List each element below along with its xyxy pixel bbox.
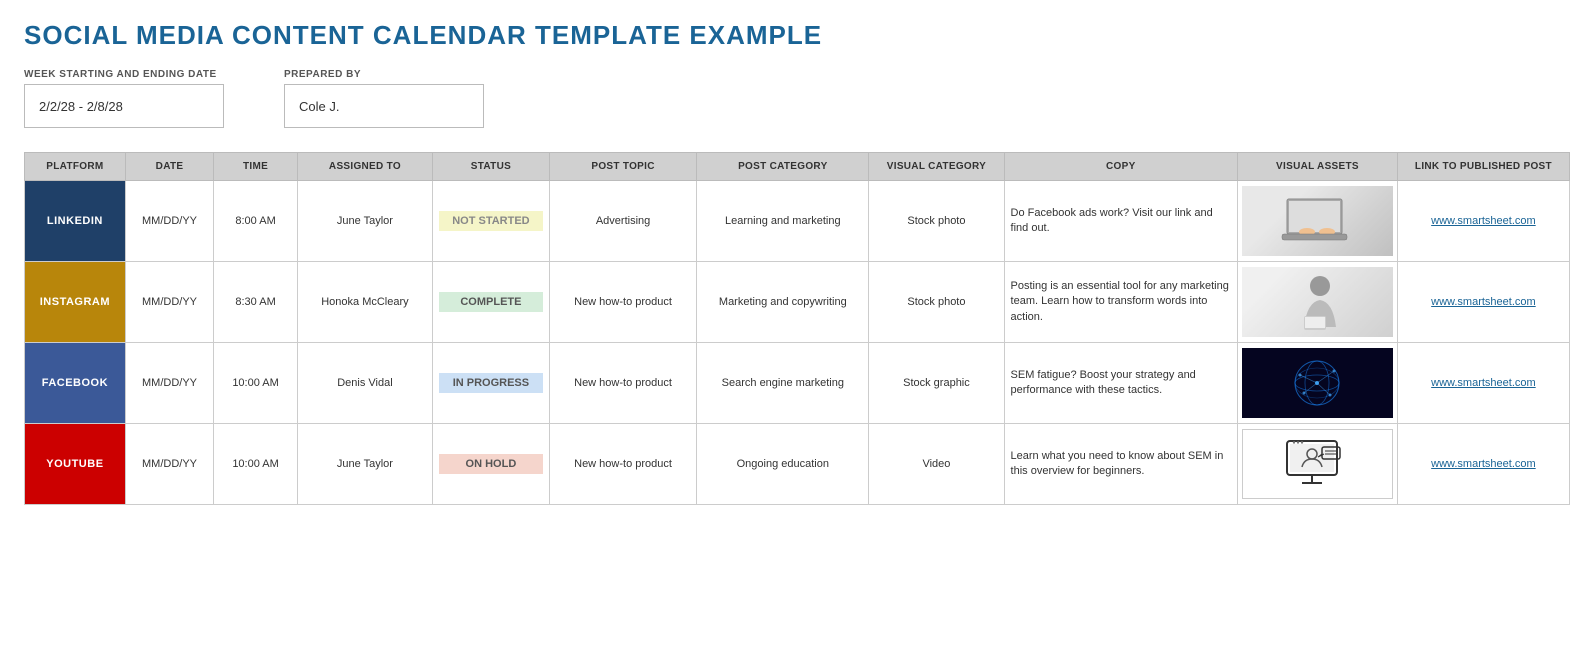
category-cell: Ongoing education xyxy=(697,424,869,505)
platform-cell-instagram: INSTAGRAM xyxy=(25,262,126,343)
category-cell: Learning and marketing xyxy=(697,181,869,262)
visual-assets-cell xyxy=(1238,424,1398,505)
topic-cell: New how-to product xyxy=(549,262,696,343)
status-cell: IN PROGRESS xyxy=(433,343,550,424)
copy-cell: Learn what you need to know about SEM in… xyxy=(1004,424,1238,505)
youtube-placeholder-image xyxy=(1242,429,1393,499)
date-cell: MM/DD/YY xyxy=(125,262,213,343)
visual-assets-cell xyxy=(1238,262,1398,343)
status-badge: NOT STARTED xyxy=(439,211,543,231)
status-badge: COMPLETE xyxy=(439,292,543,312)
visual-category-cell: Video xyxy=(869,424,1004,505)
col-link: Link to Published Post xyxy=(1397,153,1569,181)
col-copy: Copy xyxy=(1004,153,1238,181)
status-cell: NOT STARTED xyxy=(433,181,550,262)
time-cell: 8:30 AM xyxy=(214,262,298,343)
table-row: LINKEDINMM/DD/YY8:00 AMJune Taylor NOT ST… xyxy=(25,181,1570,262)
platform-cell-youtube: YOUTUBE xyxy=(25,424,126,505)
prepared-value: Cole J. xyxy=(284,84,484,128)
platform-cell-linkedin: LINKEDIN xyxy=(25,181,126,262)
published-post-link[interactable]: www.smartsheet.com xyxy=(1431,215,1536,227)
status-badge: ON HOLD xyxy=(439,454,543,474)
prepared-label: Prepared By xyxy=(284,69,484,80)
col-visual-cat: Visual Category xyxy=(869,153,1004,181)
date-cell: MM/DD/YY xyxy=(125,424,213,505)
col-time: Time xyxy=(214,153,298,181)
col-assigned: Assigned To xyxy=(297,153,432,181)
platform-cell-facebook: FACEBOOK xyxy=(25,343,126,424)
visual-category-cell: Stock graphic xyxy=(869,343,1004,424)
prepared-field: Prepared By Cole J. xyxy=(284,69,484,128)
col-status: Status xyxy=(433,153,550,181)
link-cell[interactable]: www.smartsheet.com xyxy=(1397,262,1569,343)
time-cell: 10:00 AM xyxy=(214,424,298,505)
table-row: YOUTUBEMM/DD/YY10:00 AMJune Taylor ON HOL… xyxy=(25,424,1570,505)
assigned-cell: June Taylor xyxy=(297,424,432,505)
laptop-image xyxy=(1242,186,1393,256)
col-visual-assets: Visual Assets xyxy=(1238,153,1398,181)
link-cell[interactable]: www.smartsheet.com xyxy=(1397,181,1569,262)
visual-assets-cell xyxy=(1238,181,1398,262)
date-cell: MM/DD/YY xyxy=(125,181,213,262)
category-cell: Search engine marketing xyxy=(697,343,869,424)
link-cell[interactable]: www.smartsheet.com xyxy=(1397,424,1569,505)
content-calendar-table: Platform Date Time Assigned To Status Po… xyxy=(24,152,1570,505)
status-cell: COMPLETE xyxy=(433,262,550,343)
assigned-cell: June Taylor xyxy=(297,181,432,262)
published-post-link[interactable]: www.smartsheet.com xyxy=(1431,377,1536,389)
visual-category-cell: Stock photo xyxy=(869,262,1004,343)
status-badge: IN PROGRESS xyxy=(439,373,543,393)
time-cell: 10:00 AM xyxy=(214,343,298,424)
visual-category-cell: Stock photo xyxy=(869,181,1004,262)
time-cell: 8:00 AM xyxy=(214,181,298,262)
assigned-cell: Honoka McCleary xyxy=(297,262,432,343)
topic-cell: Advertising xyxy=(549,181,696,262)
meta-section: Week Starting and Ending Date 2/2/28 - 2… xyxy=(24,69,1570,128)
table-row: INSTAGRAMMM/DD/YY8:30 AMHonoka McCleary C… xyxy=(25,262,1570,343)
copy-cell: SEM fatigue? Boost your strategy and per… xyxy=(1004,343,1238,424)
week-field: Week Starting and Ending Date 2/2/28 - 2… xyxy=(24,69,224,128)
col-platform: Platform xyxy=(25,153,126,181)
published-post-link[interactable]: www.smartsheet.com xyxy=(1431,458,1536,470)
copy-cell: Do Facebook ads work? Visit our link and… xyxy=(1004,181,1238,262)
category-cell: Marketing and copywriting xyxy=(697,262,869,343)
table-row: FACEBOOKMM/DD/YY10:00 AMDenis Vidal IN PR… xyxy=(25,343,1570,424)
link-cell[interactable]: www.smartsheet.com xyxy=(1397,343,1569,424)
globe-image xyxy=(1242,348,1393,418)
topic-cell: New how-to product xyxy=(549,343,696,424)
date-cell: MM/DD/YY xyxy=(125,343,213,424)
col-category: Post Category xyxy=(697,153,869,181)
table-header-row: Platform Date Time Assigned To Status Po… xyxy=(25,153,1570,181)
week-value: 2/2/28 - 2/8/28 xyxy=(24,84,224,128)
woman-image xyxy=(1242,267,1393,337)
week-label: Week Starting and Ending Date xyxy=(24,69,224,80)
page-title: Social Media Content Calendar Template E… xyxy=(24,20,1570,51)
col-date: Date xyxy=(125,153,213,181)
published-post-link[interactable]: www.smartsheet.com xyxy=(1431,296,1536,308)
col-topic: Post Topic xyxy=(549,153,696,181)
copy-cell: Posting is an essential tool for any mar… xyxy=(1004,262,1238,343)
status-cell: ON HOLD xyxy=(433,424,550,505)
topic-cell: New how-to product xyxy=(549,424,696,505)
assigned-cell: Denis Vidal xyxy=(297,343,432,424)
visual-assets-cell xyxy=(1238,343,1398,424)
